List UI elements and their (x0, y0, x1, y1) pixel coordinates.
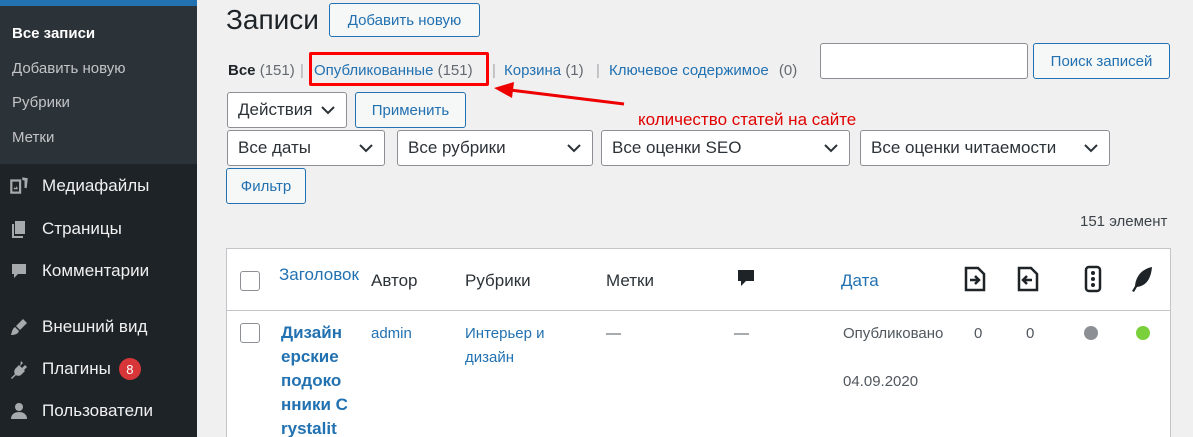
table-header-divider (227, 310, 1170, 311)
column-categories-header: Рубрики (465, 271, 531, 290)
column-author-header: Автор (371, 271, 418, 290)
search-posts-button[interactable]: Поиск записей (1033, 43, 1170, 79)
admin-sidebar: Все записи Добавить новую Рубрики Метки … (0, 0, 197, 437)
menu-appearance[interactable]: Внешний вид (0, 307, 197, 347)
annotation-text: количество статей на сайте (638, 110, 857, 129)
chevron-down-icon (567, 144, 581, 153)
date-filter-select[interactable]: Все даты (227, 130, 385, 166)
view-separator: | (492, 62, 496, 79)
post-category-link[interactable]: Интерьер и дизайн (465, 322, 565, 370)
seo-score-filter-select[interactable]: Все оценки SEO (601, 130, 850, 166)
chevron-down-icon (1084, 144, 1098, 153)
menu-plugins-label: Плагины (42, 359, 111, 378)
readability-score-icon (1132, 267, 1152, 292)
items-count: 151 элемент (1080, 213, 1168, 230)
seo-score-icon (1084, 265, 1102, 293)
bulk-actions-value: Действия (238, 100, 313, 119)
view-all[interactable]: Все (151) (228, 62, 295, 79)
media-icon (8, 175, 30, 197)
view-separator: | (596, 62, 600, 79)
post-outgoing-links-value: 0 (974, 325, 983, 342)
outgoing-links-icon (964, 266, 986, 292)
published-count-highlight (309, 52, 489, 86)
filter-button[interactable]: Фильтр (226, 168, 306, 204)
select-all-checkbox[interactable] (240, 271, 260, 291)
plugins-icon (8, 358, 30, 380)
post-author-link[interactable]: admin (371, 322, 412, 346)
page-title: Записи (226, 4, 319, 35)
posts-table: Заголовок Автор Рубрики Метки Дата Дизай… (226, 248, 1171, 437)
bulk-actions-select[interactable]: Действия (227, 92, 347, 128)
view-separator: | (300, 62, 304, 79)
incoming-links-icon (1017, 266, 1039, 292)
annotation-arrow-icon (494, 82, 625, 106)
add-new-post-button[interactable]: Добавить новую (329, 3, 480, 37)
column-title-header[interactable]: Заголовок (279, 265, 359, 285)
readability-score-indicator (1136, 326, 1150, 340)
menu-comments-label: Комментарии (42, 261, 150, 280)
menu-comments[interactable]: Комментарии (0, 251, 197, 291)
comments-column-icon[interactable] (733, 263, 763, 293)
chevron-down-icon (359, 144, 373, 153)
readability-filter-value: Все оценки читаемости (871, 138, 1057, 157)
chevron-down-icon (321, 106, 335, 115)
submenu-categories[interactable]: Рубрики (12, 94, 70, 111)
category-filter-value: Все рубрики (408, 138, 506, 157)
posts-submenu: Все записи Добавить новую Рубрики Метки (0, 0, 197, 164)
menu-users-label: Пользователи (42, 401, 153, 420)
post-date-value: 04.09.2020 (843, 373, 919, 390)
seo-score-indicator (1084, 326, 1098, 340)
date-filter-value: Все даты (238, 138, 312, 157)
view-cornerstone[interactable]: Ключевое содержимое (0) (609, 62, 797, 79)
post-status-value: Опубликовано (843, 325, 944, 342)
row-select-checkbox[interactable] (240, 323, 260, 343)
category-filter-select[interactable]: Все рубрики (397, 130, 593, 166)
search-input[interactable] (820, 43, 1028, 79)
column-tags-header: Метки (606, 271, 654, 290)
apply-bulk-button[interactable]: Применить (355, 92, 466, 128)
comments-icon (8, 260, 30, 282)
menu-pages[interactable]: Страницы (0, 209, 197, 249)
post-comments-value: — (734, 325, 749, 342)
pages-icon (8, 218, 30, 240)
submenu-add-new[interactable]: Добавить новую (12, 60, 125, 77)
submenu-all-posts[interactable]: Все записи (12, 25, 95, 42)
readability-filter-select[interactable]: Все оценки читаемости (860, 130, 1110, 166)
menu-appearance-label: Внешний вид (42, 317, 148, 336)
post-title-link[interactable]: Дизайнерские подоконники Crystalit (281, 321, 351, 437)
submenu-tags[interactable]: Метки (12, 129, 54, 146)
post-incoming-links-value: 0 (1026, 325, 1035, 342)
post-tags-value: — (606, 325, 621, 342)
menu-media-label: Медиафайлы (42, 176, 150, 195)
menu-users[interactable]: Пользователи (0, 391, 197, 431)
menu-plugins[interactable]: Плагины 8 (0, 349, 197, 389)
menu-media[interactable]: Медиафайлы (0, 166, 197, 206)
plugins-update-badge: 8 (118, 358, 141, 380)
seo-score-filter-value: Все оценки SEO (612, 138, 742, 157)
appearance-icon (8, 316, 30, 338)
view-trash[interactable]: Корзина (1) (504, 62, 584, 79)
active-menu-indicator (0, 0, 197, 6)
menu-pages-label: Страницы (42, 219, 122, 238)
users-icon (8, 400, 30, 422)
column-date-header[interactable]: Дата (841, 271, 879, 291)
chevron-down-icon (824, 144, 838, 153)
